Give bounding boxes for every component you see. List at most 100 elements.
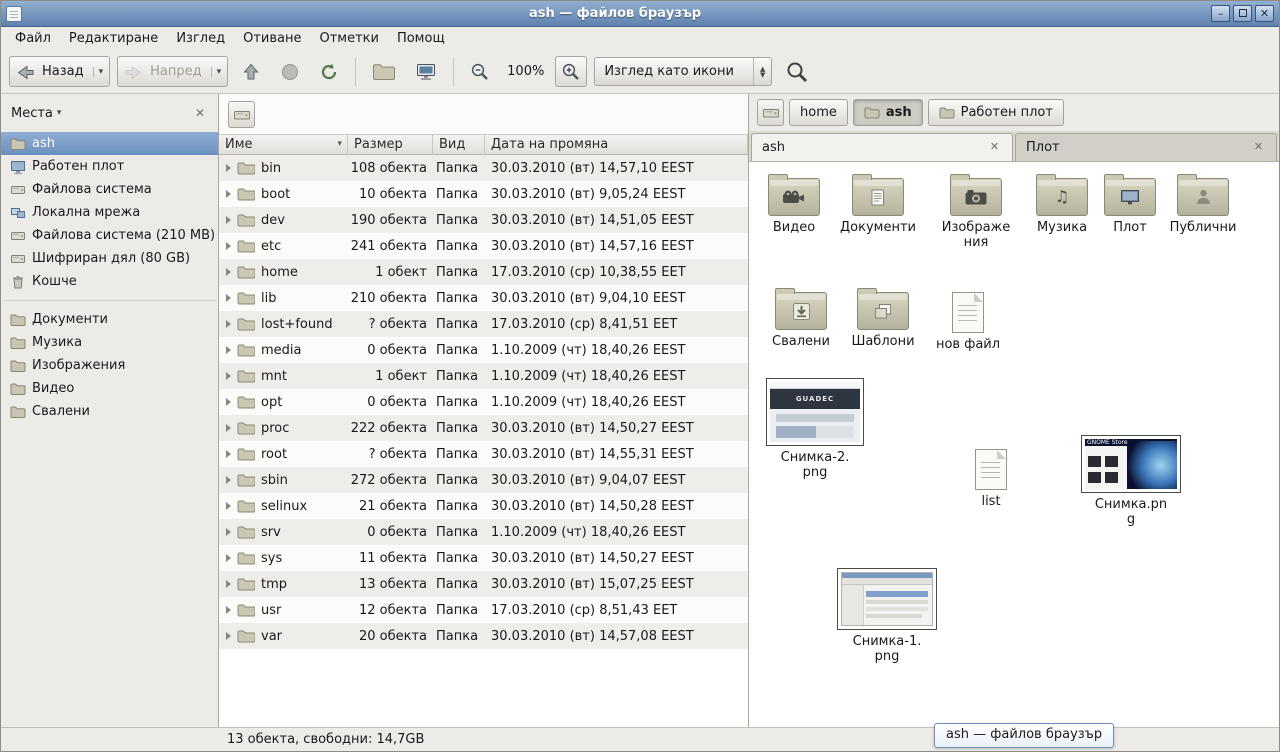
folder-item-templates[interactable]: Шаблони — [843, 286, 923, 349]
table-row[interactable]: boot10 обектаПапка30.03.2010 (вт) 9,05,2… — [219, 181, 748, 207]
zoom-in-button[interactable] — [555, 56, 587, 87]
icon-view-canvas[interactable]: Видео Документи Изображения ♫ — [749, 162, 1279, 727]
back-button[interactable]: Назад ▾ — [9, 56, 110, 87]
view-mode-select[interactable]: Изглед като икони ▲▼ — [594, 57, 772, 86]
expander-icon[interactable] — [226, 554, 231, 562]
file-item-new-file[interactable]: нов файл — [928, 288, 1008, 352]
expander-icon[interactable] — [226, 580, 231, 588]
table-row[interactable]: selinux21 обектаПапка30.03.2010 (вт) 14,… — [219, 493, 748, 519]
image-item-snimka-2[interactable]: GUADEC Снимка-2.png — [763, 378, 867, 480]
zoom-out-button[interactable] — [464, 56, 496, 87]
table-row[interactable]: sbin272 обектаПапка30.03.2010 (вт) 9,04,… — [219, 467, 748, 493]
menu-bookmarks[interactable]: Отметки — [310, 27, 387, 50]
menu-file[interactable]: Файл — [6, 27, 60, 50]
table-row[interactable]: opt0 обектаПапка1.10.2009 (чт) 18,40,26 … — [219, 389, 748, 415]
expander-icon[interactable] — [226, 528, 231, 536]
expander-icon[interactable] — [226, 450, 231, 458]
expander-icon[interactable] — [226, 424, 231, 432]
pathbar-root-button[interactable] — [757, 99, 784, 126]
expander-icon[interactable] — [226, 242, 231, 250]
sidebar-item[interactable]: ash — [1, 132, 218, 155]
table-row[interactable]: home1 обектПапка17.03.2010 (ср) 10,38,55… — [219, 259, 748, 285]
minimize-button[interactable]: – — [1211, 5, 1230, 22]
computer-button[interactable] — [409, 56, 443, 87]
search-button[interactable] — [779, 56, 815, 87]
expander-icon[interactable] — [226, 372, 231, 380]
pathbar-button-desktop[interactable]: Работен плот — [928, 99, 1064, 126]
sidebar-item[interactable]: Работен плот — [1, 155, 218, 178]
menu-edit[interactable]: Редактиране — [60, 27, 167, 50]
table-row[interactable]: root? обектаПапка30.03.2010 (вт) 14,55,3… — [219, 441, 748, 467]
sidebar-item[interactable]: Видео — [1, 377, 218, 400]
sidebar-close-icon[interactable]: ✕ — [192, 106, 208, 120]
up-button[interactable] — [235, 56, 267, 87]
expander-icon[interactable] — [226, 502, 231, 510]
table-row[interactable]: sys11 обектаПапка30.03.2010 (вт) 14,50,2… — [219, 545, 748, 571]
expander-icon[interactable] — [226, 398, 231, 406]
sidebar-item[interactable]: Локална мрежа — [1, 201, 218, 224]
close-button[interactable]: ✕ — [1255, 5, 1274, 22]
expander-icon[interactable] — [226, 320, 231, 328]
file-item-list[interactable]: list — [951, 445, 1031, 509]
reload-button[interactable] — [313, 56, 345, 87]
folder-item-video[interactable]: Видео — [754, 172, 834, 235]
expander-icon[interactable] — [226, 476, 231, 484]
tab-plot[interactable]: Плот ✕ — [1015, 133, 1277, 161]
tab-ash[interactable]: ash ✕ — [751, 133, 1013, 161]
expander-icon[interactable] — [226, 606, 231, 614]
expander-icon[interactable] — [226, 164, 231, 172]
menu-go[interactable]: Отиване — [234, 27, 310, 50]
pathbar-button-home[interactable]: home — [789, 99, 848, 126]
forward-history-dropdown-icon[interactable]: ▾ — [211, 67, 222, 77]
table-row[interactable]: usr12 обектаПапка17.03.2010 (ср) 8,51,43… — [219, 597, 748, 623]
table-row[interactable]: media0 обектаПапка1.10.2009 (чт) 18,40,2… — [219, 337, 748, 363]
column-header-type[interactable]: Вид — [433, 134, 485, 155]
table-row[interactable]: lib210 обектаПапка30.03.2010 (вт) 9,04,1… — [219, 285, 748, 311]
expander-icon[interactable] — [226, 632, 231, 640]
tab-close-icon[interactable]: ✕ — [1251, 140, 1266, 155]
image-item-snimka-1[interactable]: Снимка-1.png — [835, 568, 939, 664]
folder-item-documents[interactable]: Документи — [838, 172, 918, 235]
table-row[interactable]: bin108 обектаПапка30.03.2010 (вт) 14,57,… — [219, 155, 748, 181]
sidebar-item[interactable]: Музика — [1, 331, 218, 354]
sidebar-item[interactable]: Кошче — [1, 270, 218, 293]
table-row[interactable]: lost+found? обектаПапка17.03.2010 (ср) 8… — [219, 311, 748, 337]
maximize-button[interactable] — [1233, 5, 1252, 22]
folder-item-desktop[interactable]: Плот — [1090, 172, 1170, 235]
expander-icon[interactable] — [226, 346, 231, 354]
table-row[interactable]: mnt1 обектПапка1.10.2009 (чт) 18,40,26 E… — [219, 363, 748, 389]
column-header-size[interactable]: Размер — [348, 134, 433, 155]
expander-icon[interactable] — [226, 216, 231, 224]
table-row[interactable]: etc241 обектаПапка30.03.2010 (вт) 14,57,… — [219, 233, 748, 259]
menu-help[interactable]: Помощ — [388, 27, 454, 50]
sidebar-item[interactable]: Файлова система — [1, 178, 218, 201]
sidebar-item[interactable]: Изображения — [1, 354, 218, 377]
folder-item-public[interactable]: Публични — [1163, 172, 1243, 235]
column-header-name[interactable]: Име ▾ — [219, 134, 348, 155]
expander-icon[interactable] — [226, 268, 231, 276]
home-button[interactable] — [366, 56, 402, 87]
forward-button[interactable]: Напред ▾ — [117, 56, 228, 87]
expander-icon[interactable] — [226, 190, 231, 198]
table-row[interactable]: var20 обектаПапка30.03.2010 (вт) 14,57,0… — [219, 623, 748, 649]
expander-icon[interactable] — [226, 294, 231, 302]
pathbar-filesystem-button[interactable] — [228, 101, 255, 128]
back-history-dropdown-icon[interactable]: ▾ — [93, 67, 104, 77]
table-row[interactable]: dev190 обектаПапка30.03.2010 (вт) 14,51,… — [219, 207, 748, 233]
sidebar-title-select[interactable]: Места ▾ — [11, 106, 61, 121]
table-row[interactable]: proc222 обектаПапка30.03.2010 (вт) 14,50… — [219, 415, 748, 441]
table-row[interactable]: tmp13 обектаПапка30.03.2010 (вт) 15,07,2… — [219, 571, 748, 597]
folder-item-downloads[interactable]: Свалени — [761, 286, 841, 349]
sidebar-item[interactable]: Свалени — [1, 400, 218, 423]
sidebar-item[interactable]: Шифриран дял (80 GB) — [1, 247, 218, 270]
menu-view[interactable]: Изглед — [167, 27, 234, 50]
pathbar-button-ash[interactable]: ash — [853, 99, 923, 126]
image-item-snimka[interactable]: GNOME Store Снимка.png — [1079, 435, 1183, 527]
sidebar-item[interactable]: Файлова система (210 MB) — [1, 224, 218, 247]
tab-close-icon[interactable]: ✕ — [987, 140, 1002, 155]
sidebar-item[interactable]: Документи — [1, 308, 218, 331]
titlebar[interactable]: ash — файлов браузър – ✕ — [1, 1, 1279, 27]
folder-item-images[interactable]: Изображения — [936, 172, 1016, 250]
stop-button[interactable] — [274, 56, 306, 87]
table-row[interactable]: srv0 обектаПапка1.10.2009 (чт) 18,40,26 … — [219, 519, 748, 545]
